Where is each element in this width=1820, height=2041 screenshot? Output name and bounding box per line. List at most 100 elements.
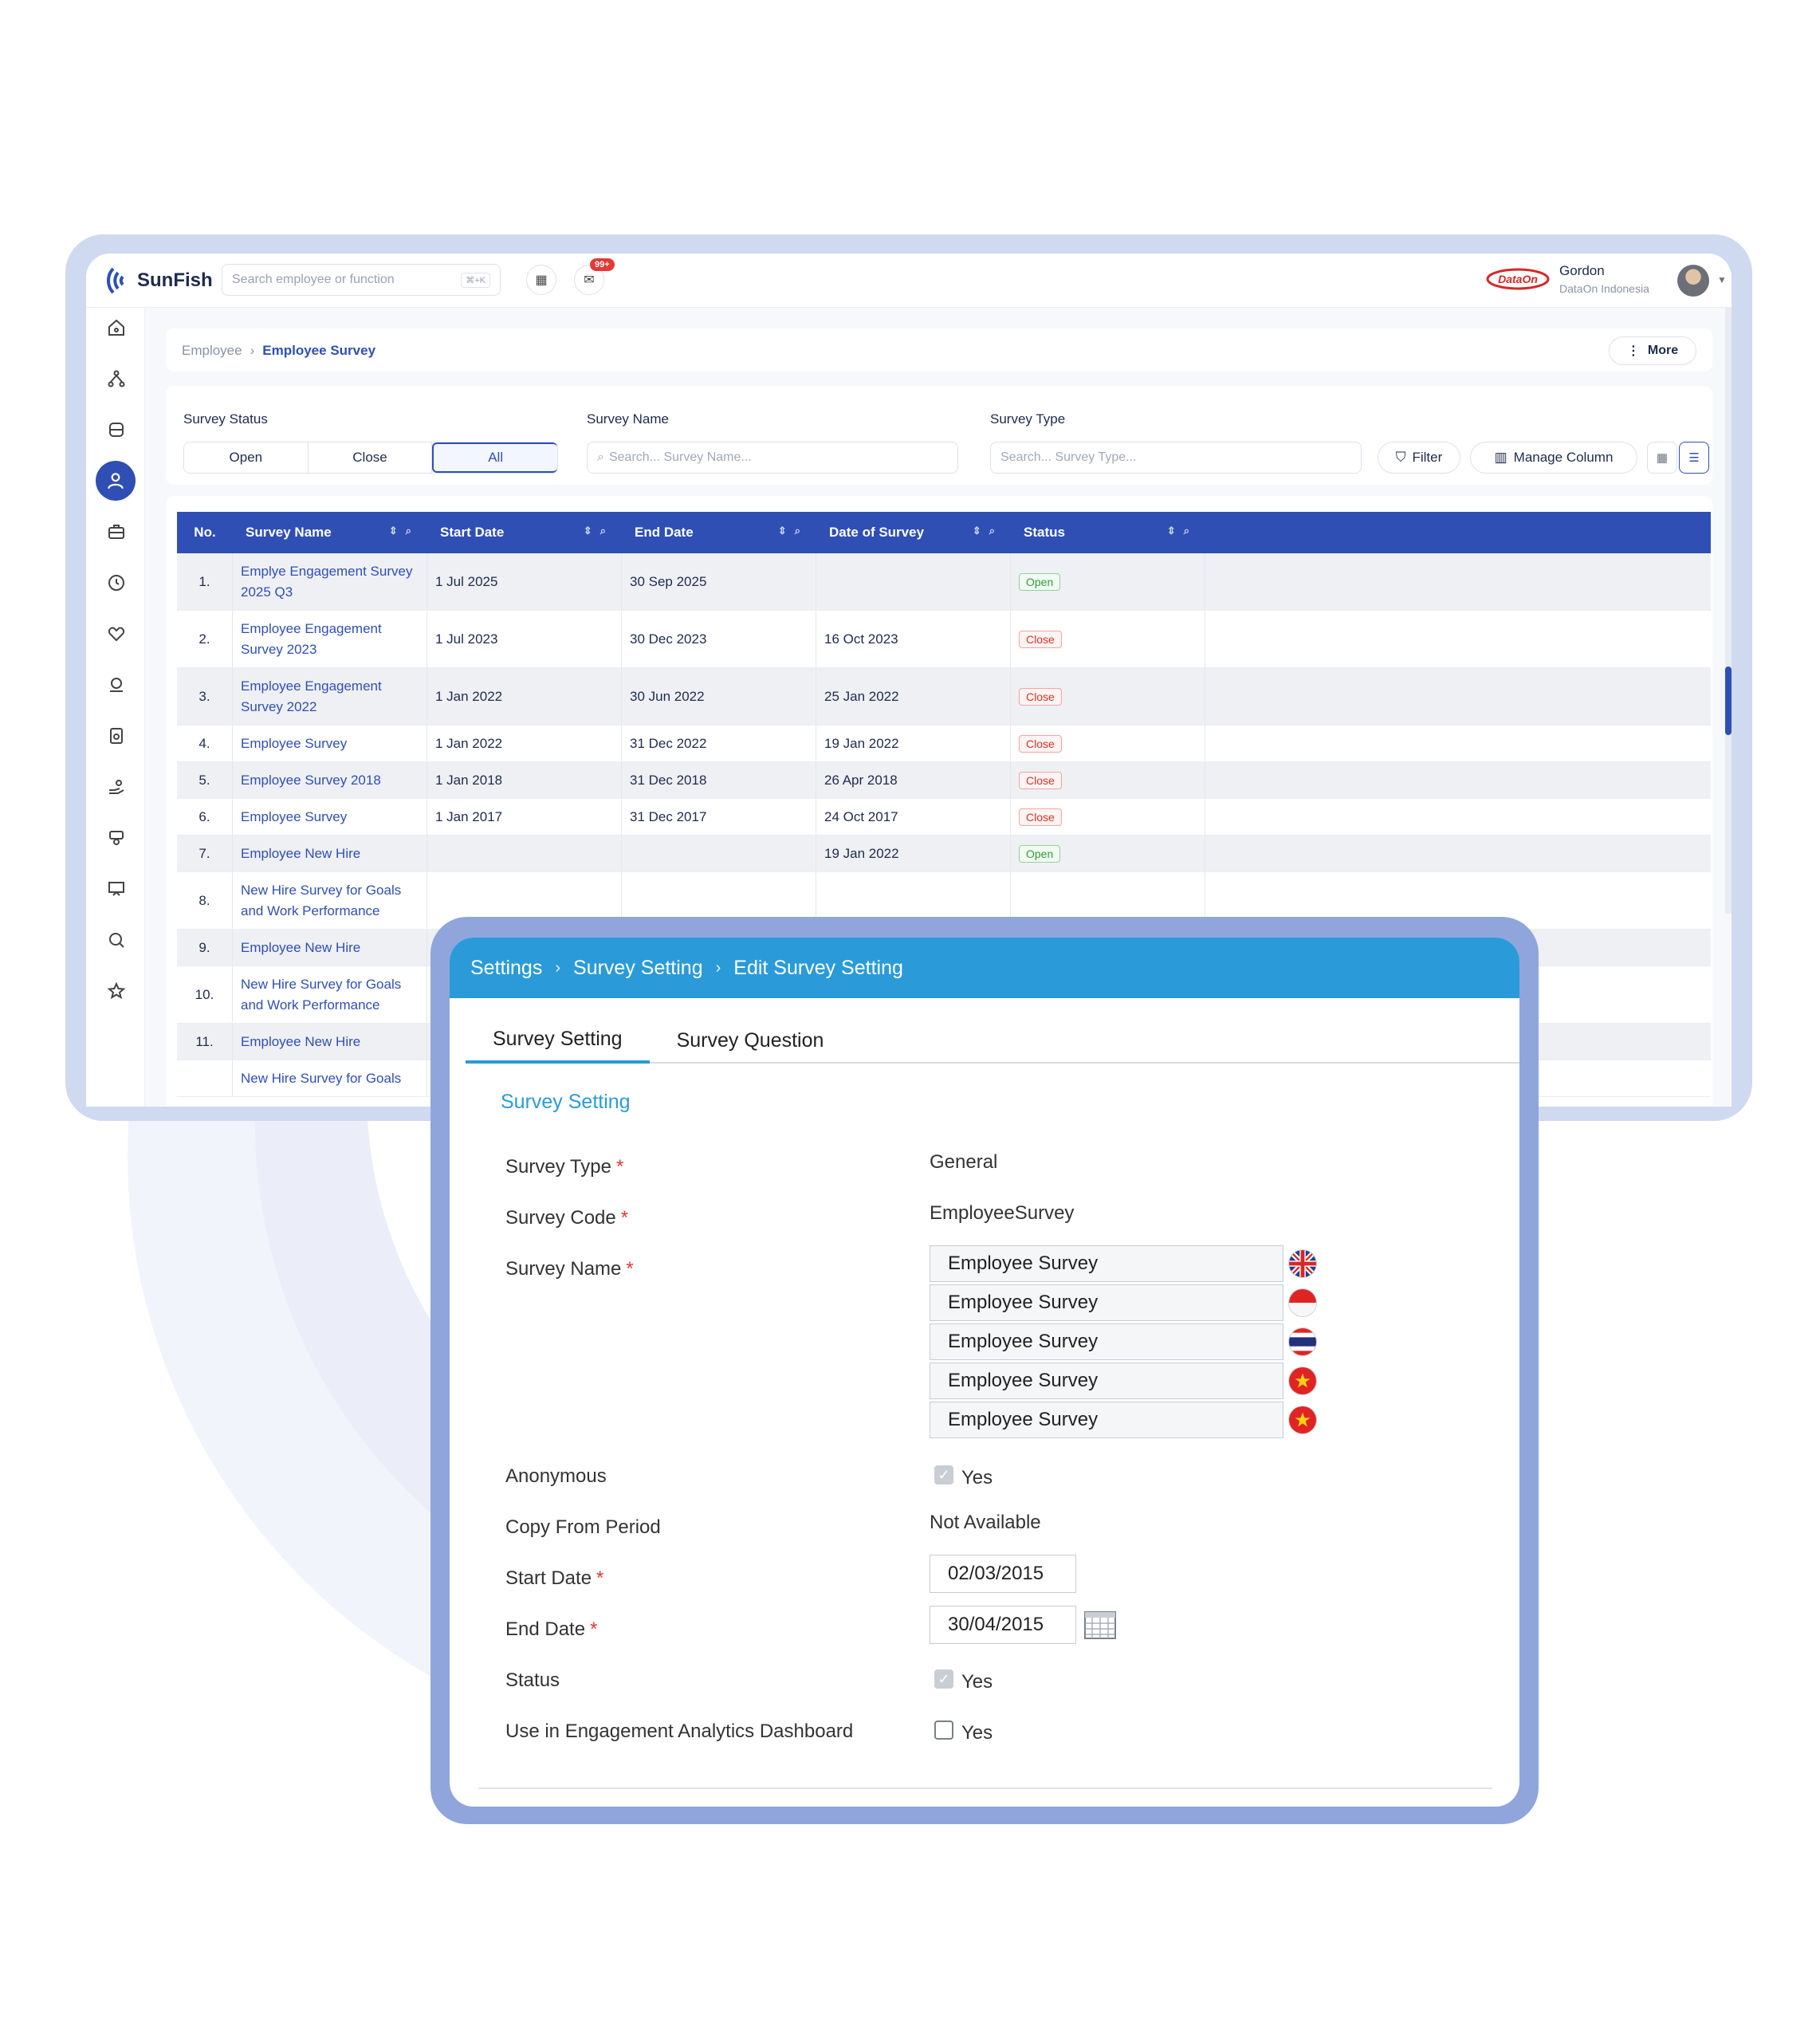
- tab-survey-question[interactable]: Survey Question: [650, 1017, 851, 1064]
- anonymous-checkbox[interactable]: ✓: [934, 1465, 953, 1485]
- survey-name-link[interactable]: Employee New Hire: [233, 1024, 427, 1060]
- table-header: No. Survey Name ⇕⌕ Start Date ⇕⌕ End Date ⇕…: [177, 512, 1711, 553]
- start-date-field-label: Start Date *: [505, 1567, 604, 1589]
- end-date-cell: [622, 836, 816, 871]
- date-of-survey-cell: 26 Apr 2018: [816, 762, 1011, 798]
- survey-name-input-cn[interactable]: Employee Survey: [930, 1402, 1283, 1438]
- status-option-close[interactable]: Close: [309, 442, 433, 473]
- row-number: 1.: [177, 553, 233, 610]
- apps-grid-icon[interactable]: ▦: [526, 265, 556, 295]
- breadcrumb-survey-setting[interactable]: Survey Setting: [573, 957, 703, 980]
- column-header-status[interactable]: Status ⇕⌕: [1011, 512, 1205, 553]
- avatar[interactable]: [1677, 265, 1709, 297]
- filter-button[interactable]: ⛉ Filter: [1378, 442, 1460, 474]
- breadcrumb-settings[interactable]: Settings: [470, 957, 542, 980]
- status-cell: Close: [1011, 611, 1205, 667]
- status-cell: Close: [1011, 668, 1205, 725]
- star-icon[interactable]: [103, 977, 130, 1005]
- status-checkbox[interactable]: ✓: [934, 1669, 953, 1689]
- table-row[interactable]: 3. Employee Engagement Survey 2022 1 Jan 2…: [177, 668, 1711, 726]
- org-chart-icon[interactable]: [103, 365, 130, 392]
- hand-coin-icon[interactable]: [103, 773, 130, 800]
- status-option-open[interactable]: Open: [184, 442, 309, 473]
- table-row[interactable]: 4. Employee Survey 1 Jan 2022 31 Dec 2022 19…: [177, 726, 1711, 762]
- scrollbar-thumb[interactable]: [1725, 667, 1732, 735]
- end-date-input[interactable]: 30/04/2015: [930, 1606, 1076, 1644]
- row-number: 6.: [177, 799, 233, 835]
- status-badge: Close: [1019, 734, 1062, 753]
- breadcrumb-parent[interactable]: Employee: [182, 343, 242, 359]
- table-row[interactable]: 7. Employee New Hire 19 Jan 2022 Open: [177, 836, 1711, 872]
- tab-survey-setting[interactable]: Survey Setting: [466, 1017, 650, 1064]
- start-date-input[interactable]: 02/03/2015: [930, 1555, 1076, 1593]
- chevron-right-icon: ›: [715, 958, 721, 977]
- survey-name-input-vn[interactable]: Employee Survey: [930, 1363, 1283, 1399]
- table-row[interactable]: 2. Employee Engagement Survey 2023 1 Jul 2…: [177, 611, 1711, 668]
- search-person-icon[interactable]: [103, 926, 130, 954]
- row-number: 10.: [177, 966, 233, 1023]
- heart-icon[interactable]: [103, 620, 130, 647]
- dialog-tabs: Survey Setting Survey Question: [466, 1017, 1519, 1064]
- column-header-date-of-survey[interactable]: Date of Survey ⇕⌕: [816, 512, 1011, 553]
- survey-name-link[interactable]: Emplye Engagement Survey 2025 Q3: [233, 553, 427, 610]
- grid-view-icon[interactable]: ▦: [1647, 442, 1677, 474]
- survey-name-link[interactable]: New Hire Survey for Goals and Work Perfo…: [233, 966, 427, 1023]
- manage-column-button[interactable]: ▥ Manage Column: [1470, 442, 1637, 474]
- column-header-end-date[interactable]: End Date ⇕⌕: [622, 512, 816, 553]
- survey-status-toggle: Open Close All: [183, 442, 558, 474]
- table-row[interactable]: 6. Employee Survey 1 Jan 2017 31 Dec 2017 24…: [177, 799, 1711, 836]
- survey-name-link[interactable]: Employee New Hire: [233, 836, 427, 871]
- row-number: 3.: [177, 668, 233, 725]
- status-badge: Close: [1019, 771, 1062, 789]
- column-header-start-date[interactable]: Start Date ⇕⌕: [427, 512, 622, 553]
- chevron-right-icon: ›: [555, 958, 561, 977]
- survey-name-input-en[interactable]: Employee Survey: [930, 1245, 1283, 1282]
- calendar-icon[interactable]: [1084, 1609, 1116, 1639]
- funnel-icon: ⛉: [1395, 450, 1406, 465]
- global-search-input[interactable]: Search employee or function ⌘+K: [222, 264, 501, 296]
- survey-name-search-input[interactable]: ⌕ Search... Survey Name...: [587, 442, 958, 474]
- survey-name-input-id[interactable]: Employee Survey: [930, 1284, 1283, 1321]
- sidebar: [86, 308, 145, 1107]
- table-row[interactable]: 1. Emplye Engagement Survey 2025 Q3 1 Jul …: [177, 553, 1711, 611]
- survey-name-link[interactable]: New Hire Survey for Goals and Work Perfo…: [233, 872, 427, 929]
- column-header-survey-name[interactable]: Survey Name ⇕⌕: [233, 512, 427, 553]
- employee-icon[interactable]: [96, 461, 136, 501]
- end-date-cell: 31 Dec 2018: [622, 762, 816, 798]
- more-button[interactable]: ⋮ More: [1609, 336, 1696, 365]
- scrollbar[interactable]: [1725, 308, 1732, 914]
- survey-type-search-input[interactable]: Search... Survey Type...: [990, 442, 1362, 474]
- list-view-icon[interactable]: ☰: [1679, 442, 1709, 474]
- row-number: 4.: [177, 726, 233, 761]
- table-row[interactable]: 5. Employee Survey 2018 1 Jan 2018 31 Dec 2…: [177, 762, 1711, 799]
- survey-name-input-th[interactable]: Employee Survey: [930, 1323, 1283, 1360]
- survey-name-link[interactable]: New Hire Survey for Goals: [233, 1060, 427, 1096]
- clock-icon[interactable]: [103, 569, 130, 596]
- survey-name-link[interactable]: Employee Survey 2018: [233, 762, 427, 798]
- filter-label: Filter: [1412, 450, 1443, 465]
- survey-name-link[interactable]: Employee New Hire: [233, 930, 427, 965]
- thailand-flag-icon: [1288, 1327, 1317, 1356]
- status-option-all[interactable]: All: [432, 442, 558, 473]
- survey-name-link[interactable]: Employee Engagement Survey 2022: [233, 668, 427, 725]
- indonesia-flag-icon: [1288, 1288, 1317, 1317]
- status-badge: Close: [1019, 630, 1062, 648]
- document-money-icon[interactable]: [103, 722, 130, 749]
- survey-code-value: EmployeeSurvey: [930, 1202, 1075, 1224]
- briefcase-icon[interactable]: [103, 518, 130, 545]
- analytics-dashboard-checkbox[interactable]: [934, 1720, 953, 1740]
- sunfish-logo[interactable]: SunFish: [104, 265, 213, 297]
- search-icon: ⌕: [597, 450, 604, 464]
- survey-name-field-label: Survey Name *: [505, 1258, 634, 1280]
- training-icon[interactable]: [103, 824, 130, 851]
- survey-name-link[interactable]: Employee Survey: [233, 726, 427, 761]
- survey-name-link[interactable]: Employee Engagement Survey 2023: [233, 611, 427, 667]
- survey-name-link[interactable]: Employee Survey: [233, 799, 427, 835]
- date-of-survey-cell: 19 Jan 2022: [816, 836, 1011, 871]
- chevron-down-icon[interactable]: ▼: [1717, 274, 1727, 285]
- presentation-icon[interactable]: [103, 875, 130, 903]
- dataon-logo-text: DataOn: [1498, 273, 1538, 285]
- database-icon[interactable]: [103, 416, 130, 443]
- home-icon[interactable]: [103, 314, 130, 341]
- payroll-icon[interactable]: [103, 671, 130, 698]
